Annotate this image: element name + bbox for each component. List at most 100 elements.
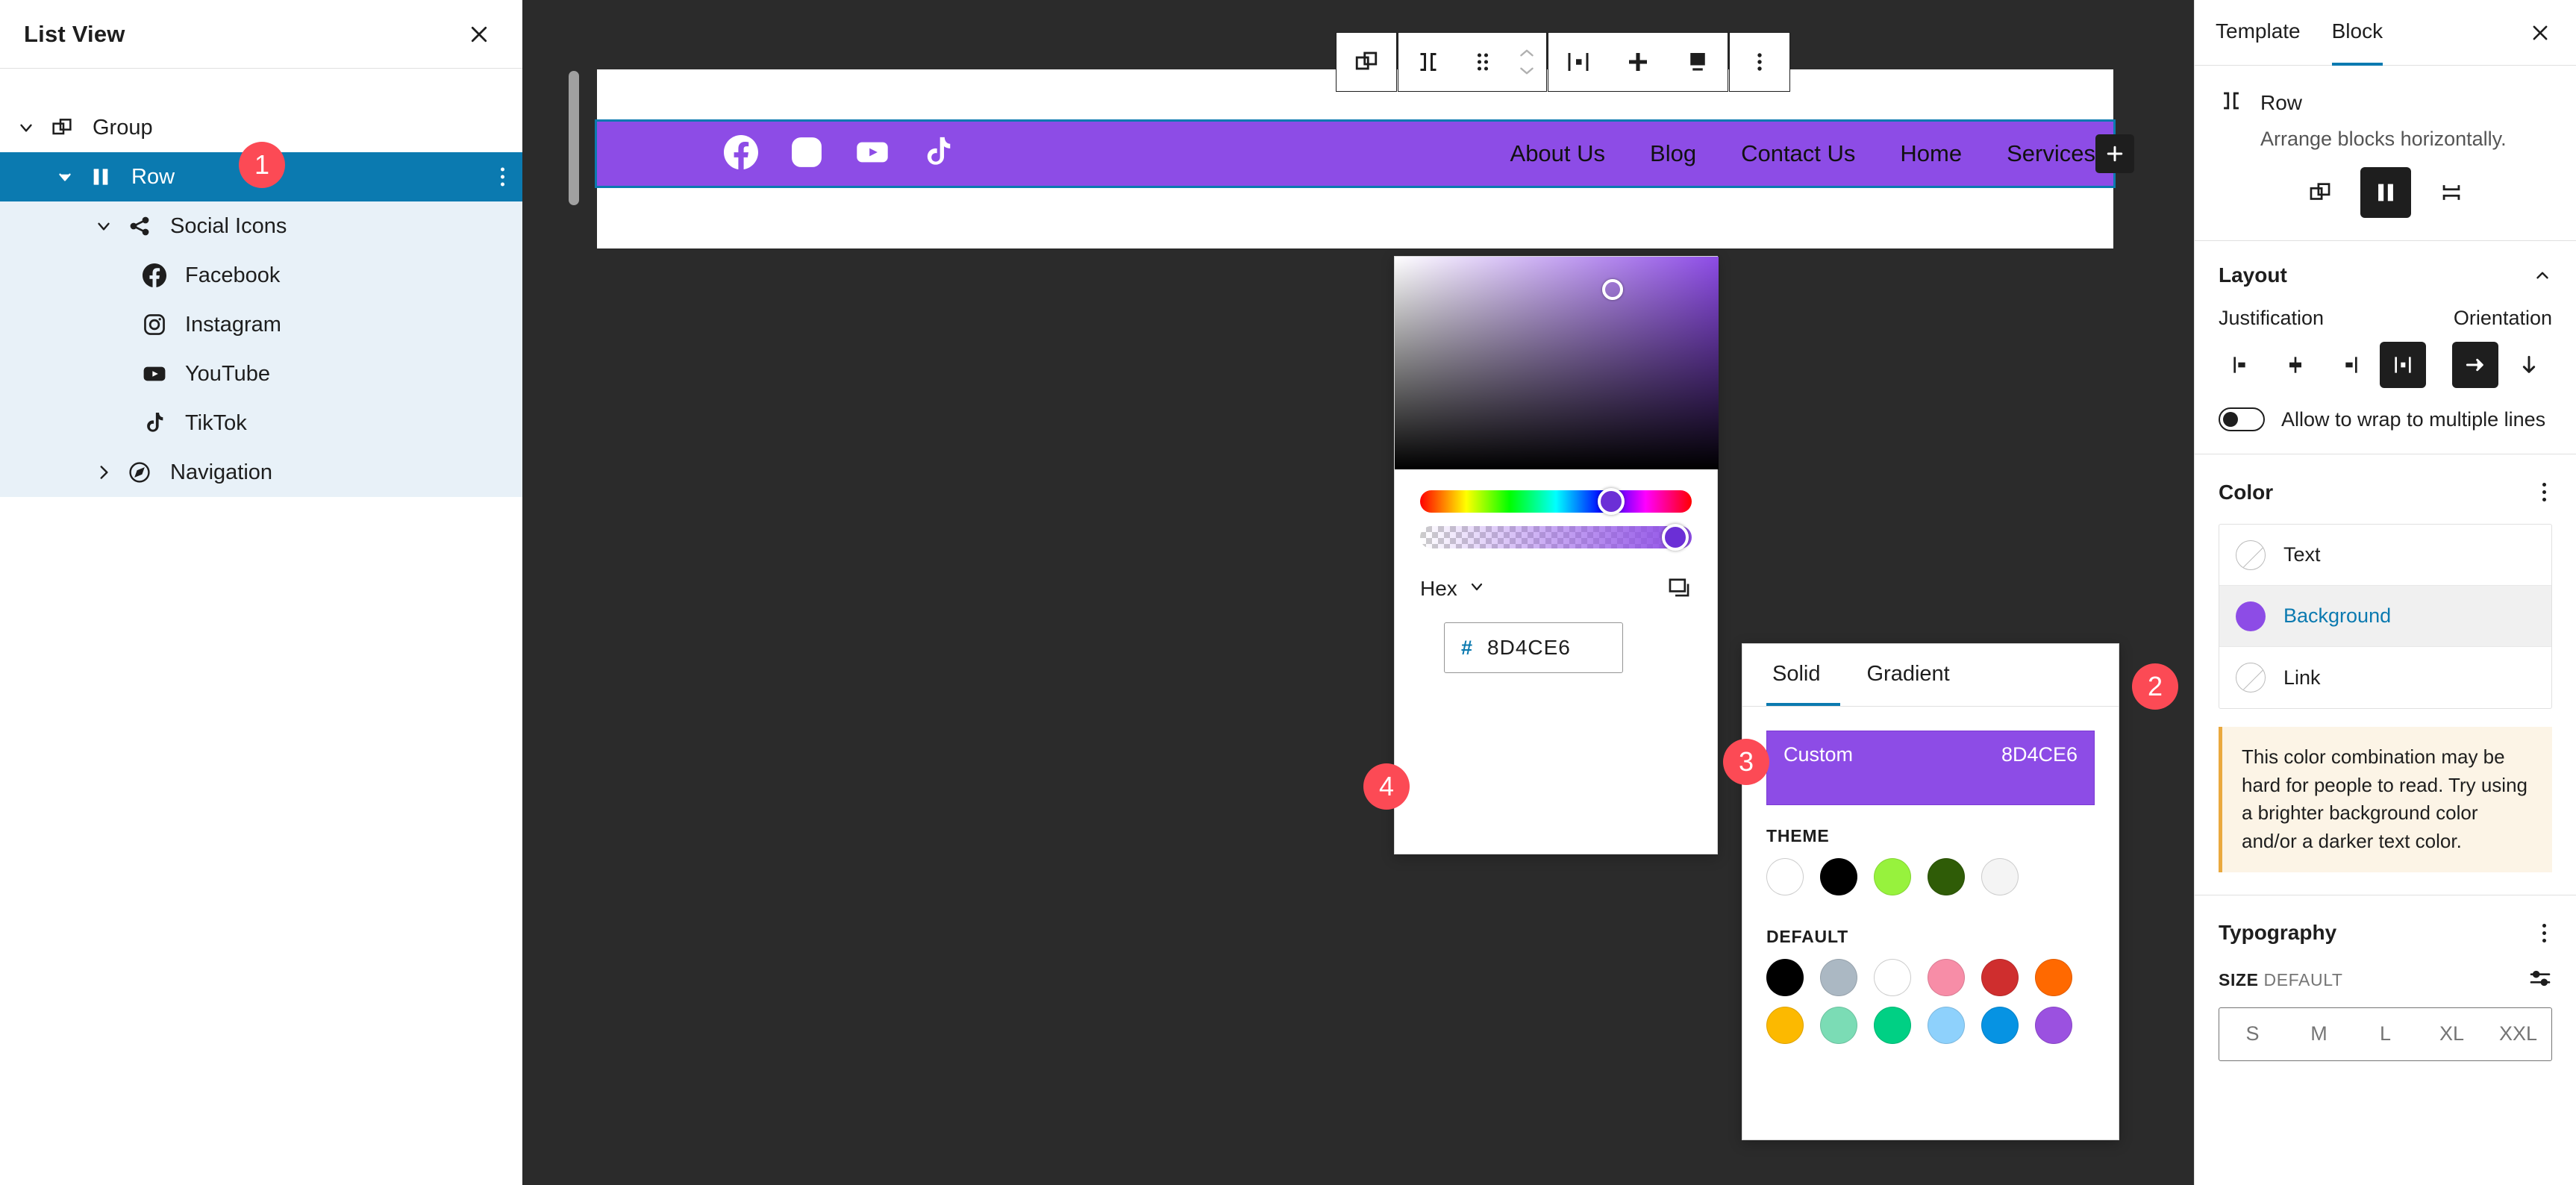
default-swatch[interactable] [2035, 1007, 2072, 1044]
tiktok-icon[interactable] [921, 135, 955, 173]
justify-center-button[interactable] [2272, 342, 2319, 388]
tab-solid[interactable]: Solid [1766, 644, 1840, 706]
nav-link[interactable]: Services [2007, 140, 2095, 167]
list-item-navigation[interactable]: Navigation [0, 448, 522, 497]
list-item-facebook[interactable]: Facebook [0, 251, 522, 300]
list-item-options-button[interactable] [501, 167, 504, 187]
block-appender-button[interactable] [2095, 134, 2134, 173]
chevron-down-icon[interactable] [10, 118, 42, 137]
size-option-s[interactable]: S [2219, 1008, 2286, 1060]
justify-right-button[interactable] [2326, 342, 2372, 388]
block-tree: Group Row Social Icons Facebook Instagra… [0, 69, 522, 497]
kebab-icon[interactable] [2536, 477, 2552, 507]
nav-link[interactable]: Blog [1650, 140, 1696, 167]
list-item-social-icons[interactable]: Social Icons [0, 201, 522, 251]
justify-left-button[interactable] [2219, 342, 2265, 388]
close-icon[interactable] [458, 13, 500, 55]
alpha-slider[interactable] [1420, 524, 1692, 551]
color-format-select[interactable]: Hex [1420, 577, 1486, 601]
social-icons-block[interactable] [724, 134, 955, 173]
chevron-down-icon[interactable] [88, 216, 119, 236]
copy-icon[interactable] [1666, 574, 1692, 603]
default-swatch[interactable] [1820, 1007, 1857, 1044]
orientation-label: Orientation [2453, 307, 2552, 329]
size-option-xxl[interactable]: XXL [2485, 1008, 2551, 1060]
row-block-selected[interactable]: About Us Blog Contact Us Home Services [595, 119, 2134, 188]
wrap-toggle[interactable] [2219, 407, 2265, 431]
justify-space-between-button[interactable] [2380, 342, 2426, 388]
theme-swatch[interactable] [1820, 858, 1857, 895]
nav-link[interactable]: About Us [1510, 140, 1606, 167]
typography-title: Typography [2219, 921, 2337, 945]
nav-link[interactable]: Contact Us [1741, 140, 1855, 167]
theme-swatch[interactable] [1981, 858, 2019, 895]
block-variations [2219, 151, 2552, 218]
list-item-label: Navigation [170, 460, 273, 484]
default-swatch[interactable] [1766, 959, 1804, 996]
default-swatch[interactable] [1981, 959, 2019, 996]
row-block-icon[interactable] [1398, 33, 1458, 91]
custom-color-swatch[interactable]: Custom 8D4CE6 [1766, 731, 2095, 805]
kebab-icon[interactable] [1730, 33, 1789, 91]
sliders-icon[interactable] [2528, 966, 2552, 994]
default-swatch[interactable] [1766, 1007, 1804, 1044]
default-swatch[interactable] [1981, 1007, 2019, 1044]
list-item-tiktok[interactable]: TikTok [0, 398, 522, 448]
plus-icon[interactable] [1608, 33, 1668, 91]
list-item-instagram[interactable]: Instagram [0, 300, 522, 349]
orientation-horizontal-button[interactable] [2452, 342, 2498, 388]
default-swatch[interactable] [1928, 959, 1965, 996]
tab-gradient[interactable]: Gradient [1861, 644, 1969, 706]
row-variation-button[interactable] [2360, 167, 2411, 218]
list-item-label: Social Icons [170, 213, 287, 238]
orientation-vertical-button[interactable] [2506, 342, 2552, 388]
default-swatch[interactable] [1874, 1007, 1911, 1044]
layout-section-header: Layout [2195, 241, 2576, 287]
default-swatch[interactable] [1820, 959, 1857, 996]
chevron-up-down-icon[interactable] [1507, 33, 1546, 91]
color-row-text[interactable]: Text [2219, 525, 2551, 586]
drag-dots-icon[interactable] [1458, 33, 1507, 91]
size-option-l[interactable]: L [2352, 1008, 2419, 1060]
block-description: Arrange blocks horizontally. [2260, 128, 2507, 150]
kebab-icon[interactable] [2536, 918, 2552, 948]
close-icon[interactable] [2521, 13, 2560, 52]
youtube-icon[interactable] [855, 135, 890, 173]
size-option-xl[interactable]: XL [2419, 1008, 2485, 1060]
nav-link[interactable]: Home [1900, 140, 1962, 167]
block-card: Row Arrange blocks horizontally. [2195, 66, 2576, 218]
chevron-down-icon[interactable] [49, 167, 81, 187]
facebook-icon[interactable] [724, 134, 758, 173]
theme-swatch[interactable] [1874, 858, 1911, 895]
saturation-value-area[interactable] [1395, 257, 1719, 469]
list-item-label: Row [131, 164, 175, 189]
color-row-background[interactable]: Background [2219, 586, 2551, 647]
default-swatch[interactable] [1874, 959, 1911, 996]
theme-swatch[interactable] [1766, 858, 1804, 895]
palette-tabs: Solid Gradient [1742, 644, 2119, 707]
tab-block[interactable]: Block [2331, 0, 2383, 66]
annotation-badge-4: 4 [1363, 763, 1410, 810]
color-handle[interactable] [1602, 279, 1623, 300]
chevron-up-icon[interactable] [2533, 266, 2552, 285]
theme-swatch[interactable] [1928, 858, 1965, 895]
chevron-right-icon[interactable] [88, 463, 119, 482]
hue-slider[interactable] [1420, 488, 1692, 515]
hex-input[interactable]: # 8D4CE6 [1444, 622, 1623, 673]
annotation-badge-2: 2 [2132, 663, 2178, 710]
canvas-scrollbar-left[interactable] [569, 71, 579, 205]
justify-space-between-icon[interactable] [1548, 33, 1608, 91]
default-swatch[interactable] [2035, 959, 2072, 996]
instagram-icon[interactable] [790, 135, 824, 173]
group-variation-button[interactable] [2295, 167, 2345, 218]
navigation-block[interactable]: About Us Blog Contact Us Home Services [1510, 140, 2113, 167]
color-row-link[interactable]: Link [2219, 647, 2551, 708]
default-swatch[interactable] [1928, 1007, 1965, 1044]
stack-variation-button[interactable] [2426, 167, 2477, 218]
tab-template[interactable]: Template [2216, 0, 2301, 66]
list-item-youtube[interactable]: YouTube [0, 349, 522, 398]
size-option-m[interactable]: M [2286, 1008, 2352, 1060]
color-title: Color [2219, 480, 2274, 504]
group-block-icon[interactable] [1337, 33, 1396, 91]
content-width-icon[interactable] [1668, 33, 1728, 91]
